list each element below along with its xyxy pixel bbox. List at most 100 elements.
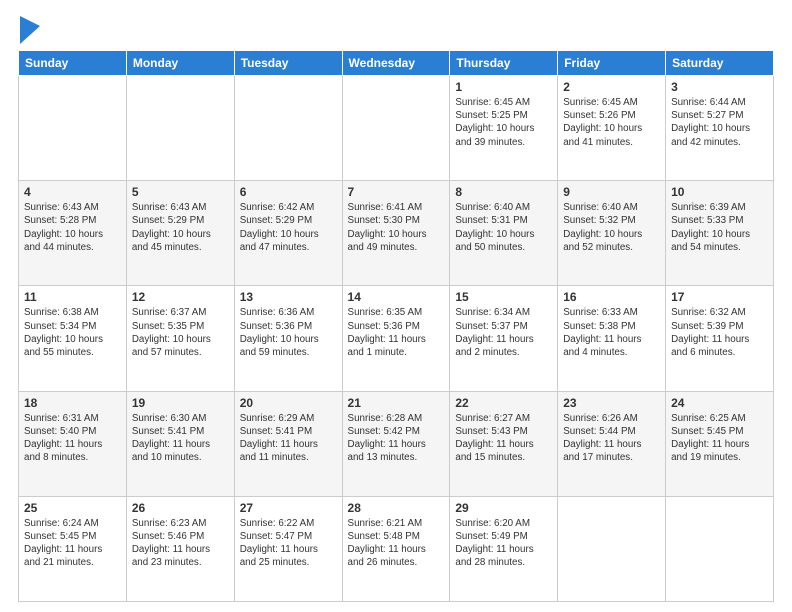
calendar-header-row: SundayMondayTuesdayWednesdayThursdayFrid… xyxy=(19,51,774,76)
day-info: Sunrise: 6:41 AM Sunset: 5:30 PM Dayligh… xyxy=(348,201,445,254)
calendar-cell xyxy=(342,76,450,181)
calendar-cell: 8Sunrise: 6:40 AM Sunset: 5:31 PM Daylig… xyxy=(450,181,558,286)
day-number: 11 xyxy=(24,290,121,304)
day-info: Sunrise: 6:26 AM Sunset: 5:44 PM Dayligh… xyxy=(563,412,660,465)
day-info: Sunrise: 6:45 AM Sunset: 5:25 PM Dayligh… xyxy=(455,96,552,149)
calendar-cell xyxy=(558,496,666,601)
day-number: 1 xyxy=(455,80,552,94)
calendar-cell: 24Sunrise: 6:25 AM Sunset: 5:45 PM Dayli… xyxy=(666,391,774,496)
day-info: Sunrise: 6:27 AM Sunset: 5:43 PM Dayligh… xyxy=(455,412,552,465)
calendar-cell xyxy=(234,76,342,181)
calendar-cell: 18 Sunrise: 6:31 AM Sunset: 5:40 PM Dayli… xyxy=(19,391,127,496)
calendar-week-row: 1 Sunrise: 6:45 AM Sunset: 5:25 PM Daylig… xyxy=(19,76,774,181)
day-number: 28 xyxy=(348,501,445,515)
day-number: 3 xyxy=(671,80,768,94)
day-number: 14 xyxy=(348,290,445,304)
calendar-cell: 17 Sunrise: 6:32 AM Sunset: 5:39 PM Dayli… xyxy=(666,286,774,391)
calendar-cell: 2Sunrise: 6:45 AM Sunset: 5:26 PM Daylig… xyxy=(558,76,666,181)
day-number: 12 xyxy=(132,290,229,304)
day-number: 13 xyxy=(240,290,337,304)
calendar-cell: 25 Sunrise: 6:24 AM Sunset: 5:45 PM Dayli… xyxy=(19,496,127,601)
day-number: 6 xyxy=(240,185,337,199)
calendar-cell: 15Sunrise: 6:34 AM Sunset: 5:37 PM Dayli… xyxy=(450,286,558,391)
weekday-header: Wednesday xyxy=(342,51,450,76)
calendar-cell: 11 Sunrise: 6:38 AM Sunset: 5:34 PM Dayli… xyxy=(19,286,127,391)
day-number: 20 xyxy=(240,396,337,410)
day-number: 16 xyxy=(563,290,660,304)
day-number: 21 xyxy=(348,396,445,410)
day-info: Sunrise: 6:23 AM Sunset: 5:46 PM Dayligh… xyxy=(132,517,229,570)
day-number: 10 xyxy=(671,185,768,199)
calendar-cell: 29 Sunrise: 6:20 AM Sunset: 5:49 PM Dayli… xyxy=(450,496,558,601)
day-info: Sunrise: 6:35 AM Sunset: 5:36 PM Dayligh… xyxy=(348,306,445,359)
day-number: 26 xyxy=(132,501,229,515)
day-number: 22 xyxy=(455,396,552,410)
calendar-cell: 21 Sunrise: 6:28 AM Sunset: 5:42 PM Dayli… xyxy=(342,391,450,496)
day-number: 19 xyxy=(132,396,229,410)
calendar-cell: 27Sunrise: 6:22 AM Sunset: 5:47 PM Dayli… xyxy=(234,496,342,601)
calendar-cell: 5 Sunrise: 6:43 AM Sunset: 5:29 PM Daylig… xyxy=(126,181,234,286)
calendar-cell: 3 Sunrise: 6:44 AM Sunset: 5:27 PM Daylig… xyxy=(666,76,774,181)
day-info: Sunrise: 6:42 AM Sunset: 5:29 PM Dayligh… xyxy=(240,201,337,254)
day-info: Sunrise: 6:40 AM Sunset: 5:32 PM Dayligh… xyxy=(563,201,660,254)
calendar-week-row: 4 Sunrise: 6:43 AM Sunset: 5:28 PM Daylig… xyxy=(19,181,774,286)
calendar-cell: 22 Sunrise: 6:27 AM Sunset: 5:43 PM Dayli… xyxy=(450,391,558,496)
day-info: Sunrise: 6:24 AM Sunset: 5:45 PM Dayligh… xyxy=(24,517,121,570)
weekday-header: Friday xyxy=(558,51,666,76)
calendar-cell: 6 Sunrise: 6:42 AM Sunset: 5:29 PM Daylig… xyxy=(234,181,342,286)
weekday-header: Saturday xyxy=(666,51,774,76)
day-info: Sunrise: 6:38 AM Sunset: 5:34 PM Dayligh… xyxy=(24,306,121,359)
day-info: Sunrise: 6:43 AM Sunset: 5:29 PM Dayligh… xyxy=(132,201,229,254)
calendar-table: SundayMondayTuesdayWednesdayThursdayFrid… xyxy=(18,50,774,602)
calendar-week-row: 11 Sunrise: 6:38 AM Sunset: 5:34 PM Dayli… xyxy=(19,286,774,391)
calendar-cell: 10Sunrise: 6:39 AM Sunset: 5:33 PM Dayli… xyxy=(666,181,774,286)
calendar-cell xyxy=(126,76,234,181)
day-info: Sunrise: 6:21 AM Sunset: 5:48 PM Dayligh… xyxy=(348,517,445,570)
logo-icon xyxy=(20,16,40,44)
calendar-cell: 13 Sunrise: 6:36 AM Sunset: 5:36 PM Dayli… xyxy=(234,286,342,391)
day-number: 2 xyxy=(563,80,660,94)
day-info: Sunrise: 6:29 AM Sunset: 5:41 PM Dayligh… xyxy=(240,412,337,465)
calendar-cell: 16 Sunrise: 6:33 AM Sunset: 5:38 PM Dayli… xyxy=(558,286,666,391)
day-number: 4 xyxy=(24,185,121,199)
header xyxy=(18,16,774,44)
day-number: 7 xyxy=(348,185,445,199)
calendar-week-row: 25 Sunrise: 6:24 AM Sunset: 5:45 PM Dayli… xyxy=(19,496,774,601)
calendar-cell: 4 Sunrise: 6:43 AM Sunset: 5:28 PM Daylig… xyxy=(19,181,127,286)
weekday-header: Thursday xyxy=(450,51,558,76)
weekday-header: Tuesday xyxy=(234,51,342,76)
day-number: 18 xyxy=(24,396,121,410)
day-number: 5 xyxy=(132,185,229,199)
day-info: Sunrise: 6:25 AM Sunset: 5:45 PM Dayligh… xyxy=(671,412,768,465)
day-info: Sunrise: 6:31 AM Sunset: 5:40 PM Dayligh… xyxy=(24,412,121,465)
calendar-cell: 26 Sunrise: 6:23 AM Sunset: 5:46 PM Dayli… xyxy=(126,496,234,601)
day-number: 9 xyxy=(563,185,660,199)
calendar-week-row: 18 Sunrise: 6:31 AM Sunset: 5:40 PM Dayli… xyxy=(19,391,774,496)
day-info: Sunrise: 6:30 AM Sunset: 5:41 PM Dayligh… xyxy=(132,412,229,465)
day-number: 25 xyxy=(24,501,121,515)
day-info: Sunrise: 6:44 AM Sunset: 5:27 PM Dayligh… xyxy=(671,96,768,149)
calendar-cell: 7 Sunrise: 6:41 AM Sunset: 5:30 PM Daylig… xyxy=(342,181,450,286)
calendar-cell xyxy=(19,76,127,181)
day-number: 29 xyxy=(455,501,552,515)
calendar-cell: 28 Sunrise: 6:21 AM Sunset: 5:48 PM Dayli… xyxy=(342,496,450,601)
day-info: Sunrise: 6:43 AM Sunset: 5:28 PM Dayligh… xyxy=(24,201,121,254)
day-info: Sunrise: 6:28 AM Sunset: 5:42 PM Dayligh… xyxy=(348,412,445,465)
day-number: 27 xyxy=(240,501,337,515)
day-info: Sunrise: 6:32 AM Sunset: 5:39 PM Dayligh… xyxy=(671,306,768,359)
day-info: Sunrise: 6:33 AM Sunset: 5:38 PM Dayligh… xyxy=(563,306,660,359)
calendar-cell xyxy=(666,496,774,601)
logo xyxy=(18,20,40,44)
calendar-cell: 9 Sunrise: 6:40 AM Sunset: 5:32 PM Daylig… xyxy=(558,181,666,286)
calendar-cell: 12Sunrise: 6:37 AM Sunset: 5:35 PM Dayli… xyxy=(126,286,234,391)
day-number: 17 xyxy=(671,290,768,304)
day-info: Sunrise: 6:36 AM Sunset: 5:36 PM Dayligh… xyxy=(240,306,337,359)
calendar-cell: 20 Sunrise: 6:29 AM Sunset: 5:41 PM Dayli… xyxy=(234,391,342,496)
weekday-header: Monday xyxy=(126,51,234,76)
calendar-cell: 19 Sunrise: 6:30 AM Sunset: 5:41 PM Dayli… xyxy=(126,391,234,496)
day-info: Sunrise: 6:20 AM Sunset: 5:49 PM Dayligh… xyxy=(455,517,552,570)
calendar-cell: 23 Sunrise: 6:26 AM Sunset: 5:44 PM Dayli… xyxy=(558,391,666,496)
day-number: 23 xyxy=(563,396,660,410)
calendar-cell: 14 Sunrise: 6:35 AM Sunset: 5:36 PM Dayli… xyxy=(342,286,450,391)
day-number: 15 xyxy=(455,290,552,304)
